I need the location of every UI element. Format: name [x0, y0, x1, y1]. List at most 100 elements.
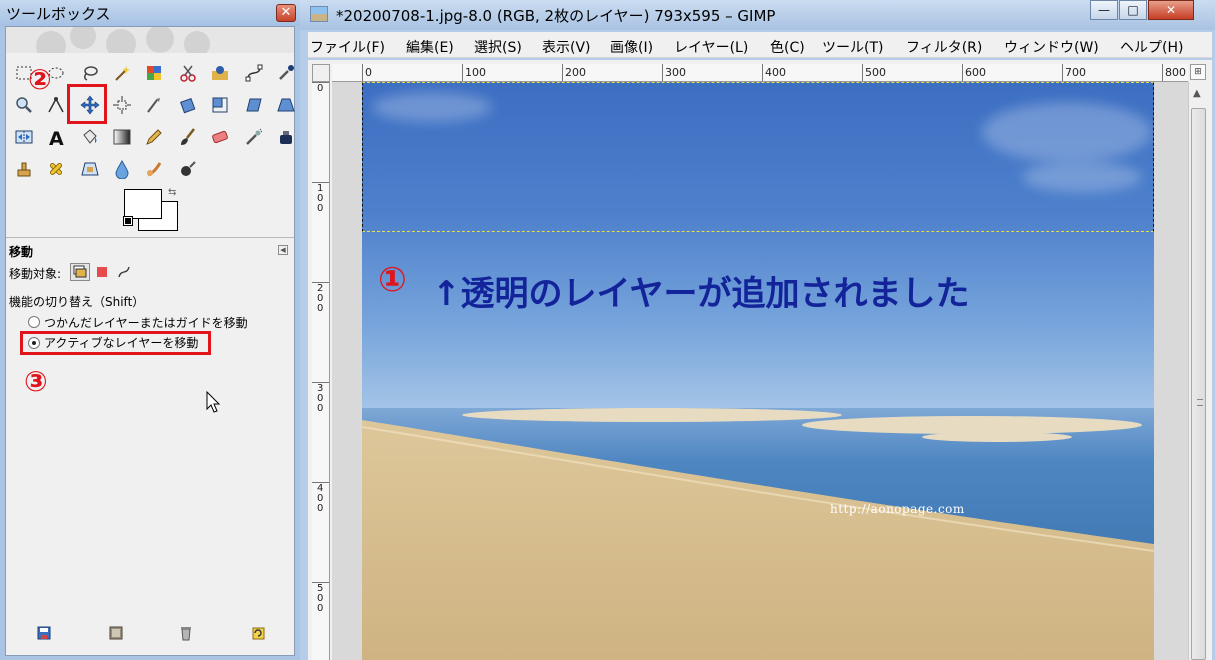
select-by-color-icon[interactable] [142, 61, 166, 85]
mouse-cursor-icon [206, 391, 221, 413]
fg-bg-colors[interactable]: ⇆ [123, 187, 184, 233]
clone-icon[interactable] [12, 157, 36, 181]
align-icon[interactable] [110, 93, 134, 117]
tool-toggle-label: 機能の切り替え（Shift） [9, 295, 145, 309]
ruler-label: 4 0 0 [317, 483, 324, 514]
maximize-button[interactable]: □ [1119, 0, 1147, 20]
menu-tools[interactable]: ツール(T) [822, 37, 883, 57]
badge-two: ② [28, 63, 52, 96]
toolbox-window: ツールボックス ✕ A ② ⇆ 移動 ◀ 移動対象: 機能の切り替え（Shift… [0, 0, 300, 660]
heal-icon[interactable] [44, 157, 68, 181]
vertical-scrollbar[interactable]: ▲ [1188, 82, 1208, 660]
perspective-clone-icon[interactable] [78, 157, 102, 181]
measure-icon[interactable] [44, 93, 68, 117]
toolbox-title: ツールボックス [6, 5, 111, 23]
shear-icon[interactable] [242, 93, 266, 117]
scroll-up-icon[interactable]: ▲ [1193, 88, 1201, 99]
menu-edit[interactable]: 編集(E) [406, 37, 454, 57]
image-window-titlebar[interactable]: *20200708-1.jpg-8.0 (RGB, 2枚のレイヤー) 793x5… [300, 0, 1215, 30]
blend-icon[interactable] [110, 125, 134, 149]
wilber-banner [6, 27, 294, 53]
crop-icon[interactable] [142, 93, 166, 117]
menu-layer[interactable]: レイヤー(L) [674, 37, 748, 57]
fuzzy-select-icon[interactable] [110, 61, 134, 85]
image-canvas[interactable]: ① ↑透明のレイヤーが追加されました http://aonopage.com [332, 82, 1188, 660]
gimp-image-icon [310, 6, 328, 22]
menu-file[interactable]: ファイル(F) [310, 37, 385, 57]
radio-pick-layer-label[interactable]: つかんだレイヤーまたはガイドを移動 [44, 314, 248, 331]
eraser-icon[interactable] [208, 125, 232, 149]
zoom-fit-button[interactable]: ⊞ [1190, 64, 1206, 80]
menu-colors[interactable]: 色(C) [770, 37, 805, 57]
horizontal-ruler[interactable]: 0 100 200 300 400 500 600 700 800 [332, 64, 1188, 82]
move-selection-mode-button[interactable] [92, 263, 112, 281]
move-tool-highlight [67, 84, 107, 124]
color-picker-icon[interactable] [274, 61, 298, 85]
smudge-icon[interactable] [142, 157, 166, 181]
flip-icon[interactable] [12, 125, 36, 149]
move-layer-mode-button[interactable] [70, 263, 90, 281]
reset-options-icon[interactable] [250, 625, 266, 641]
radio-active-layer-label[interactable]: アクティブなレイヤーを移動 [44, 334, 198, 351]
text-icon[interactable]: A [44, 125, 68, 149]
ruler-label: 0 [317, 83, 324, 94]
menu-windows[interactable]: ウィンドウ(W) [1004, 37, 1099, 57]
ruler-label: 100 [465, 66, 486, 79]
tool-options-title: 移動 [9, 245, 34, 259]
ruler-label: 500 [865, 66, 886, 79]
menu-select[interactable]: 選択(S) [474, 37, 522, 57]
airbrush-icon[interactable] [242, 125, 266, 149]
ink-icon[interactable] [274, 125, 298, 149]
minimize-button[interactable]: — [1090, 0, 1118, 20]
toolbox-close-button[interactable]: ✕ [276, 4, 296, 22]
scale-icon[interactable] [208, 93, 232, 117]
bucket-fill-icon[interactable] [78, 125, 102, 149]
menu-view[interactable]: 表示(V) [542, 37, 591, 57]
ruler-label: 2 0 0 [317, 283, 324, 314]
paths-icon[interactable] [242, 61, 266, 85]
blur-icon[interactable] [110, 157, 134, 181]
ruler-label: 400 [765, 66, 786, 79]
perspective-icon[interactable] [274, 93, 298, 117]
svg-text:A: A [49, 128, 64, 147]
radio-pick-layer[interactable] [28, 316, 40, 328]
default-colors-icon[interactable] [123, 216, 133, 226]
vertical-ruler[interactable]: 0 1 0 0 2 0 0 3 0 0 4 0 0 5 0 0 [312, 82, 330, 660]
delete-options-icon[interactable] [178, 625, 194, 641]
lasso-icon[interactable] [78, 61, 102, 85]
ruler-label: 300 [665, 66, 686, 79]
options-divider [6, 237, 294, 238]
swap-colors-icon[interactable]: ⇆ [168, 187, 176, 198]
paintbrush-icon[interactable] [176, 125, 200, 149]
pencil-icon[interactable] [142, 125, 166, 149]
move-target-label: 移動対象: [9, 267, 62, 281]
transparent-layer-boundary [362, 82, 1154, 232]
save-options-icon[interactable] [36, 625, 52, 641]
foreground-color-swatch[interactable] [124, 189, 162, 219]
menu-bar: ファイル(F) 編集(E) 選択(S) 表示(V) 画像(I) レイヤー(L) … [308, 32, 1212, 58]
quick-mask-corner[interactable] [312, 64, 330, 82]
ruler-label: 1 0 0 [317, 183, 324, 214]
restore-options-icon[interactable] [108, 625, 124, 641]
foreground-select-icon[interactable] [208, 61, 232, 85]
scissors-select-icon[interactable] [176, 61, 200, 85]
move-path-mode-button[interactable] [114, 263, 134, 281]
scroll-thumb[interactable] [1191, 108, 1206, 660]
rotate-icon[interactable] [176, 93, 200, 117]
zoom-icon[interactable] [12, 93, 36, 117]
options-bottom-bar [6, 625, 294, 645]
ruler-label: 200 [565, 66, 586, 79]
ruler-label: 3 0 0 [317, 383, 324, 414]
menu-filters[interactable]: フィルタ(R) [906, 37, 982, 57]
close-button[interactable]: ✕ [1148, 0, 1194, 20]
dodge-burn-icon[interactable] [176, 157, 200, 181]
annotation-text: ↑透明のレイヤーが追加されました [432, 274, 970, 314]
ruler-label: 600 [965, 66, 986, 79]
menu-image[interactable]: 画像(I) [610, 37, 653, 57]
ruler-label: 0 [365, 66, 372, 79]
radio-active-layer[interactable] [28, 337, 40, 349]
badge-three: ③ [24, 365, 48, 398]
menu-help[interactable]: ヘルプ(H) [1120, 37, 1183, 57]
toolbox-titlebar[interactable]: ツールボックス ✕ [0, 0, 300, 26]
options-collapse-icon[interactable]: ◀ [278, 245, 288, 255]
